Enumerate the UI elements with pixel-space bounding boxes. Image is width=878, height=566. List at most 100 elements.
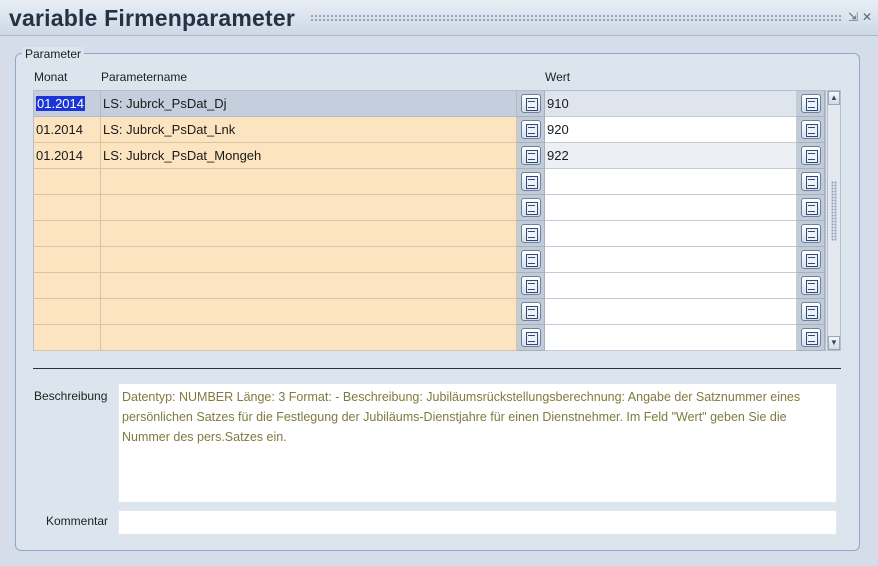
list-of-values-icon bbox=[801, 250, 821, 269]
kommentar-label: Kommentar bbox=[46, 514, 109, 528]
list-of-values-icon bbox=[801, 302, 821, 321]
scrollbar-grip[interactable] bbox=[831, 181, 837, 241]
wert-field[interactable] bbox=[545, 169, 797, 195]
table-row[interactable] bbox=[34, 325, 825, 351]
wert-lov-button[interactable] bbox=[797, 143, 825, 169]
wert-field[interactable] bbox=[545, 247, 797, 273]
parametername-cell[interactable] bbox=[101, 247, 517, 273]
wert-field[interactable]: 920 bbox=[545, 117, 797, 143]
parameter-lov-button[interactable] bbox=[517, 195, 545, 221]
parameter-lov-button[interactable] bbox=[517, 91, 545, 117]
wert-field[interactable] bbox=[545, 325, 797, 351]
monat-cell[interactable] bbox=[34, 325, 101, 351]
column-header-wert: Wert bbox=[545, 70, 571, 84]
parametername-cell[interactable]: LS: Jubrck_PsDat_Dj bbox=[101, 91, 517, 117]
parametername-cell[interactable] bbox=[101, 169, 517, 195]
monat-value: 01.2014 bbox=[36, 96, 85, 111]
list-of-values-icon bbox=[521, 146, 541, 165]
list-of-values-icon bbox=[801, 328, 821, 347]
parameter-lov-button[interactable] bbox=[517, 299, 545, 325]
monat-cell[interactable] bbox=[34, 299, 101, 325]
list-of-values-icon bbox=[521, 224, 541, 243]
list-of-values-icon bbox=[801, 276, 821, 295]
parametername-cell[interactable] bbox=[101, 299, 517, 325]
kommentar-field[interactable] bbox=[118, 510, 837, 535]
parametername-cell[interactable]: LS: Jubrck_PsDat_Lnk bbox=[101, 117, 517, 143]
parameter-lov-button[interactable] bbox=[517, 273, 545, 299]
parametername-cell[interactable] bbox=[101, 273, 517, 299]
monat-cell[interactable] bbox=[34, 273, 101, 299]
table-row[interactable] bbox=[34, 169, 825, 195]
section-divider bbox=[33, 368, 841, 369]
parametername-cell[interactable] bbox=[101, 325, 517, 351]
parametername-cell[interactable] bbox=[101, 221, 517, 247]
list-of-values-icon bbox=[801, 146, 821, 165]
monat-cell[interactable]: 01.2014 bbox=[34, 143, 101, 169]
wert-field[interactable] bbox=[545, 195, 797, 221]
arrow-down-icon[interactable]: ▼ bbox=[828, 336, 840, 350]
wert-field[interactable]: 922 bbox=[545, 143, 797, 169]
list-of-values-icon bbox=[801, 198, 821, 217]
parameter-lov-button[interactable] bbox=[517, 221, 545, 247]
column-header-monat: Monat bbox=[34, 70, 68, 84]
wert-lov-button[interactable] bbox=[797, 195, 825, 221]
table-row[interactable] bbox=[34, 195, 825, 221]
list-of-values-icon bbox=[521, 328, 541, 347]
parameter-lov-button[interactable] bbox=[517, 325, 545, 351]
monat-cell[interactable] bbox=[34, 247, 101, 273]
table-row[interactable] bbox=[34, 221, 825, 247]
wert-lov-button[interactable] bbox=[797, 299, 825, 325]
table-row[interactable] bbox=[34, 247, 825, 273]
wert-field[interactable] bbox=[545, 221, 797, 247]
window-title: variable Firmenparameter bbox=[9, 5, 296, 31]
table-row[interactable]: 01.2014 LS: Jubrck_PsDat_Lnk 920 bbox=[34, 117, 825, 143]
list-of-values-icon bbox=[521, 120, 541, 139]
title-bar-grip bbox=[310, 14, 842, 23]
parameter-lov-button[interactable] bbox=[517, 117, 545, 143]
column-header-parametername: Parametername bbox=[101, 70, 188, 84]
wert-lov-button[interactable] bbox=[797, 169, 825, 195]
wert-lov-button[interactable] bbox=[797, 325, 825, 351]
list-of-values-icon bbox=[521, 172, 541, 191]
title-bar: variable Firmenparameter ⇲ ✕ bbox=[0, 0, 878, 36]
list-of-values-icon bbox=[801, 172, 821, 191]
parameter-lov-button[interactable] bbox=[517, 143, 545, 169]
wert-field[interactable]: 910 bbox=[545, 91, 797, 117]
close-icon[interactable]: ✕ bbox=[861, 10, 873, 24]
table-row[interactable]: 01.2014 LS: Jubrck_PsDat_Mongeh 922 bbox=[34, 143, 825, 169]
table-row[interactable]: 01.2014 LS: Jubrck_PsDat_Dj 910 bbox=[34, 91, 825, 117]
monat-cell[interactable] bbox=[34, 169, 101, 195]
wert-lov-button[interactable] bbox=[797, 91, 825, 117]
monat-cell[interactable] bbox=[34, 195, 101, 221]
parametername-cell[interactable]: LS: Jubrck_PsDat_Mongeh bbox=[101, 143, 517, 169]
table-row[interactable] bbox=[34, 299, 825, 325]
beschreibung-field[interactable]: Datentyp: NUMBER Länge: 3 Format: - Besc… bbox=[118, 383, 837, 503]
parameter-lov-button[interactable] bbox=[517, 247, 545, 273]
wert-lov-button[interactable] bbox=[797, 117, 825, 143]
monat-cell[interactable]: 01.2014 bbox=[34, 91, 101, 117]
wert-field[interactable] bbox=[545, 299, 797, 325]
list-of-values-icon bbox=[521, 198, 541, 217]
list-of-values-icon bbox=[801, 224, 821, 243]
parameter-group-legend: Parameter bbox=[22, 47, 85, 61]
list-of-values-icon bbox=[521, 94, 541, 113]
arrow-up-icon[interactable]: ▲ bbox=[828, 91, 840, 105]
table-scrollbar[interactable]: ▲ ▼ bbox=[827, 90, 841, 351]
monat-cell[interactable] bbox=[34, 221, 101, 247]
list-of-values-icon bbox=[801, 120, 821, 139]
parameter-table: 01.2014 LS: Jubrck_PsDat_Dj 910 01.2014 … bbox=[33, 90, 826, 351]
parametername-cell[interactable] bbox=[101, 195, 517, 221]
list-of-values-icon bbox=[521, 250, 541, 269]
monat-cell[interactable]: 01.2014 bbox=[34, 117, 101, 143]
minimize-icon[interactable]: ⇲ bbox=[847, 10, 859, 24]
wert-lov-button[interactable] bbox=[797, 221, 825, 247]
wert-lov-button[interactable] bbox=[797, 273, 825, 299]
list-of-values-icon bbox=[521, 302, 541, 321]
wert-field[interactable] bbox=[545, 273, 797, 299]
list-of-values-icon bbox=[521, 276, 541, 295]
wert-lov-button[interactable] bbox=[797, 247, 825, 273]
table-row[interactable] bbox=[34, 273, 825, 299]
parameter-lov-button[interactable] bbox=[517, 169, 545, 195]
list-of-values-icon bbox=[801, 94, 821, 113]
beschreibung-label: Beschreibung bbox=[34, 389, 108, 403]
